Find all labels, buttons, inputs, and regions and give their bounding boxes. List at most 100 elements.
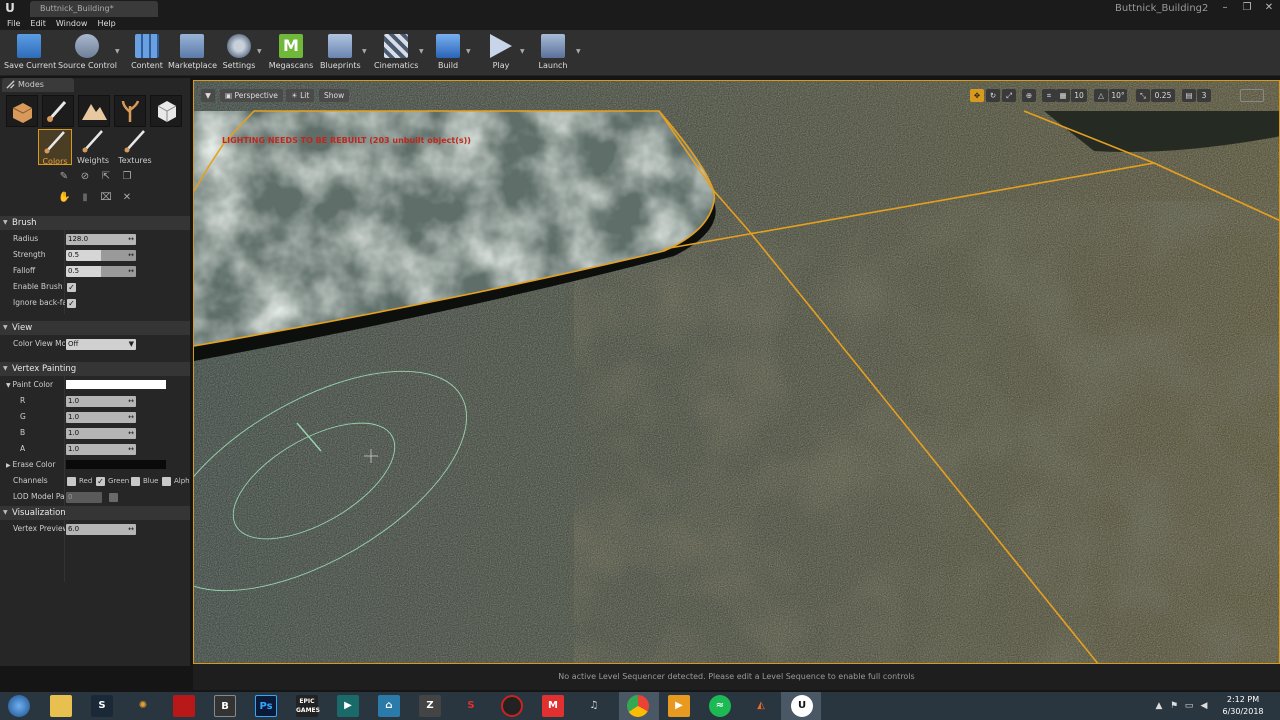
- marketplace-button[interactable]: Marketplace: [168, 34, 217, 74]
- itunes-icon[interactable]: ♫: [583, 695, 605, 717]
- lit-button[interactable]: ☀ Lit: [286, 89, 315, 102]
- system-clock[interactable]: 2:12 PM 6/30/2018: [1218, 694, 1268, 718]
- grid-snap-icon[interactable]: ▦: [1056, 89, 1070, 102]
- maximize-button[interactable]: ❐: [1236, 0, 1258, 15]
- b-field[interactable]: 1.0 ↔: [66, 428, 136, 439]
- menu-window[interactable]: Window: [51, 17, 93, 30]
- hand-tool-icon[interactable]: ✋: [58, 192, 70, 204]
- zbrush-icon[interactable]: Z: [419, 695, 441, 717]
- perspective-button[interactable]: ▣ Perspective: [220, 89, 283, 102]
- source-control-button[interactable]: Source Control: [58, 34, 117, 74]
- tray-flag-icon[interactable]: ⚑: [1168, 700, 1180, 712]
- red-app-icon[interactable]: [173, 695, 195, 717]
- scale-mode-icon[interactable]: ⤢: [1002, 89, 1016, 102]
- paint-color-swatch[interactable]: [66, 380, 166, 389]
- blue-channel-checkbox[interactable]: [131, 477, 140, 486]
- maximize-viewport-icon[interactable]: [1240, 89, 1264, 102]
- rotation-snap-icon[interactable]: △: [1094, 89, 1108, 102]
- falloff-field[interactable]: 0.5 ↔: [66, 266, 136, 277]
- settings-button[interactable]: Settings: [222, 34, 256, 74]
- level-viewport[interactable]: ▼ ▣ Perspective ☀ Lit Show ✥ ↻ ⤢ ⊕ ⌗ ▦ 1…: [193, 80, 1280, 664]
- strength-field[interactable]: 0.5 ↔: [66, 250, 136, 261]
- cinematics-dropdown-icon[interactable]: ▼: [419, 48, 425, 55]
- house-app-icon[interactable]: ⌂: [378, 695, 400, 717]
- view-section-header[interactable]: ▼ View: [0, 321, 190, 335]
- surface-snap-icon[interactable]: ⌗: [1042, 89, 1056, 102]
- enable-flow-checkbox[interactable]: ✓: [67, 283, 76, 292]
- chrome-icon[interactable]: [627, 695, 649, 717]
- tray-network-icon[interactable]: ▭: [1183, 700, 1195, 712]
- vertex-painting-section-header[interactable]: ▼ Vertex Painting: [0, 362, 190, 376]
- sun-app-icon[interactable]: ✺: [132, 695, 154, 717]
- b-app-icon[interactable]: B: [214, 695, 236, 717]
- green-channel-checkbox[interactable]: ✓: [96, 477, 105, 486]
- remove-tool-icon[interactable]: ⊘: [79, 171, 91, 183]
- vertex-preview-field[interactable]: 6.0 ↔: [66, 524, 136, 535]
- scale-snap-value[interactable]: 0.25: [1151, 89, 1175, 102]
- record-app-icon[interactable]: [501, 695, 523, 717]
- launch-dropdown-icon[interactable]: ▼: [576, 48, 582, 55]
- viewport-scene[interactable]: [194, 81, 1280, 664]
- megascans-button[interactable]: M Megascans: [268, 34, 314, 74]
- substance-icon[interactable]: S: [460, 695, 482, 717]
- document-tab[interactable]: Buttnick_Building*: [30, 1, 158, 17]
- source-control-dropdown-icon[interactable]: ▼: [115, 48, 121, 55]
- launch-button[interactable]: Launch: [536, 34, 570, 74]
- paste-tool-icon[interactable]: ▮: [79, 192, 91, 204]
- epic-games-icon[interactable]: EPIC GAMES: [296, 695, 320, 717]
- weights-mode-button[interactable]: Weights: [76, 129, 110, 165]
- landscape-mode-button[interactable]: [78, 95, 110, 127]
- scale-snap-icon[interactable]: ⤡: [1136, 89, 1150, 102]
- rotate-mode-icon[interactable]: ↻: [986, 89, 1000, 102]
- fill-tool-icon[interactable]: ✎: [58, 171, 70, 183]
- translate-mode-icon[interactable]: ✥: [970, 89, 984, 102]
- blueprints-button[interactable]: Blueprints: [320, 34, 361, 74]
- world-local-icon[interactable]: ⊕: [1022, 89, 1036, 102]
- blueprints-dropdown-icon[interactable]: ▼: [362, 48, 368, 55]
- visualization-section-header[interactable]: ▼ Visualization: [0, 506, 190, 520]
- foliage-mode-button[interactable]: [114, 95, 146, 127]
- vlc-icon[interactable]: ◭: [750, 695, 772, 717]
- spotify-icon[interactable]: ≈: [709, 695, 731, 717]
- unreal-engine-icon[interactable]: U: [791, 695, 813, 717]
- megascans-bridge-icon[interactable]: M: [542, 695, 564, 717]
- build-dropdown-icon[interactable]: ▼: [466, 48, 472, 55]
- red-channel-checkbox[interactable]: [67, 477, 76, 486]
- cinematics-button[interactable]: Cinematics: [374, 34, 418, 74]
- camera-speed-icon[interactable]: ▤: [1182, 89, 1196, 102]
- minimize-button[interactable]: –: [1214, 0, 1236, 15]
- steam-icon[interactable]: S: [91, 695, 113, 717]
- r-field[interactable]: 1.0 ↔: [66, 396, 136, 407]
- settings-dropdown-icon[interactable]: ▼: [257, 48, 263, 55]
- radius-field[interactable]: 128.0 ↔: [66, 234, 136, 245]
- g-field[interactable]: 1.0 ↔: [66, 412, 136, 423]
- tray-expand-icon[interactable]: ▲: [1153, 700, 1165, 712]
- colors-mode-button[interactable]: Colors: [38, 129, 72, 166]
- menu-help[interactable]: Help: [92, 17, 120, 30]
- tray-volume-icon[interactable]: ◀: [1198, 700, 1210, 712]
- content-button[interactable]: Content: [130, 34, 164, 74]
- close-button[interactable]: ✕: [1258, 0, 1280, 15]
- play-dropdown-icon[interactable]: ▼: [520, 48, 526, 55]
- alpha-channel-checkbox[interactable]: [162, 477, 171, 486]
- ignore-back-checkbox[interactable]: ✓: [67, 299, 76, 308]
- show-button[interactable]: Show: [319, 89, 350, 102]
- media-player-icon[interactable]: ▶: [668, 695, 690, 717]
- viewport-options-button[interactable]: ▼: [201, 89, 215, 102]
- fix-tool-icon[interactable]: ✕: [121, 192, 133, 204]
- brush-section-header[interactable]: ▼ Brush: [0, 216, 190, 230]
- start-button[interactable]: [8, 695, 30, 717]
- place-mode-button[interactable]: [6, 95, 38, 127]
- rotation-snap-value[interactable]: 10°: [1109, 89, 1127, 102]
- modes-tab[interactable]: Modes: [2, 78, 74, 92]
- import-tool-icon[interactable]: ⌧: [100, 192, 112, 204]
- file-explorer-icon[interactable]: [50, 695, 72, 717]
- paint-mode-button[interactable]: [42, 95, 74, 127]
- erase-color-swatch[interactable]: [66, 460, 166, 469]
- propagate-tool-icon[interactable]: ⇱: [100, 171, 112, 183]
- lod-checkbox[interactable]: [109, 493, 118, 502]
- color-view-dropdown[interactable]: Off ▼: [66, 339, 136, 350]
- geometry-mode-button[interactable]: [150, 95, 182, 127]
- menu-file[interactable]: File: [2, 17, 25, 30]
- build-button[interactable]: Build: [432, 34, 464, 74]
